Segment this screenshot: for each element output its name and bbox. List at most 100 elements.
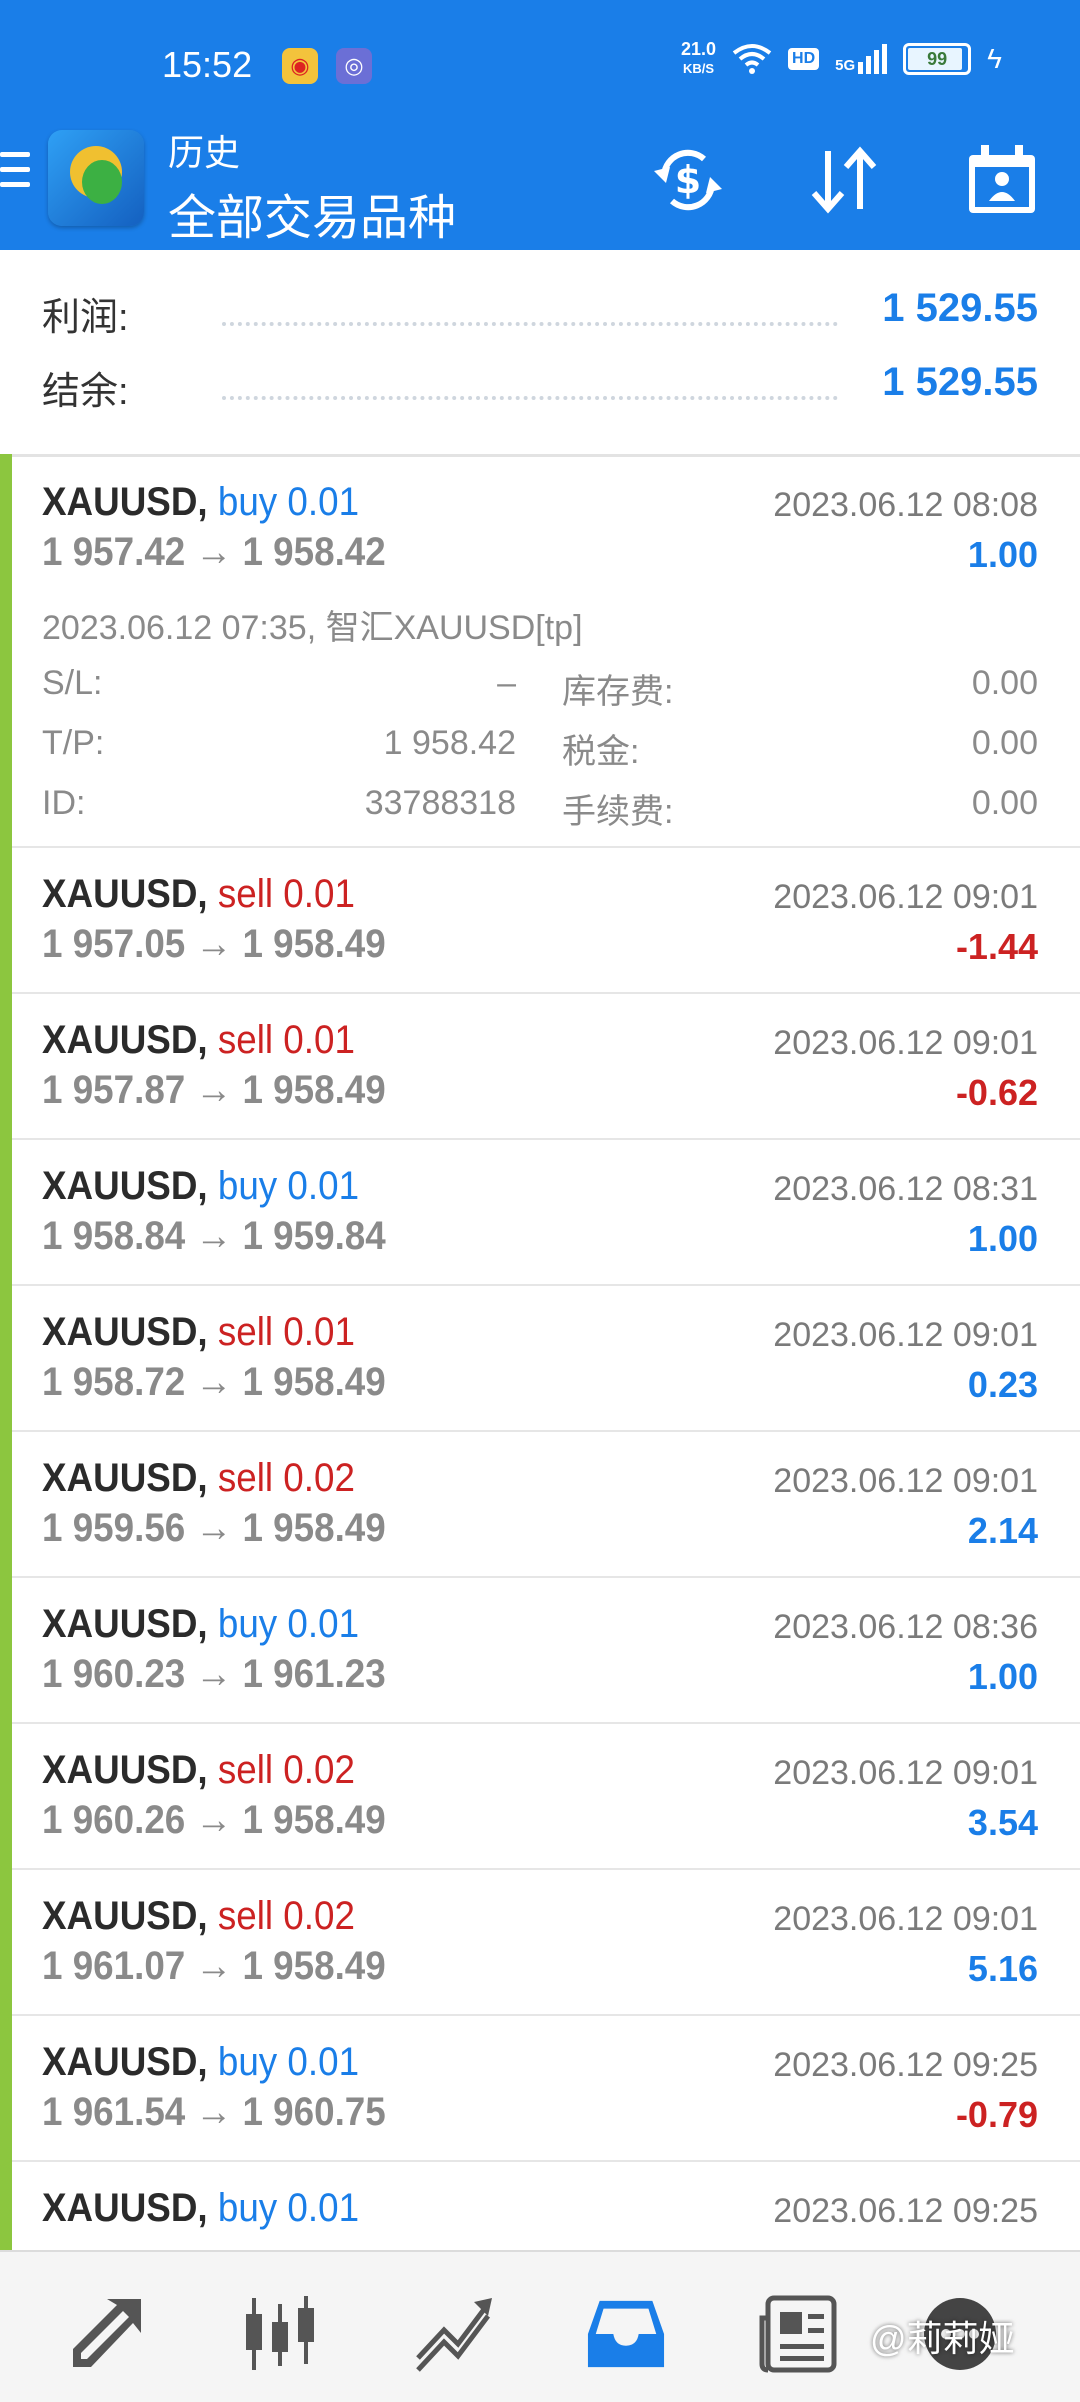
- status-bar: 15:52 ◉ ◎ 21.0 KB/S HD 5G 99 ϟ: [0, 0, 1080, 120]
- trade-close-time: 2023.06.12 09:01: [773, 1900, 1038, 1938]
- tp-value: 1 958.42: [383, 724, 516, 762]
- trade-indicator: [0, 846, 12, 992]
- profit-value: 1 529.55: [882, 286, 1038, 330]
- trade-row[interactable]: XAUUSD, buy 0.01 2023.06.12 09:25: [0, 2160, 1080, 2250]
- deposit-button[interactable]: $: [648, 140, 728, 220]
- battery-icon: 99: [903, 43, 972, 75]
- sl-label: S/L:: [42, 664, 103, 702]
- trade-indicator: [0, 454, 12, 846]
- nav-quotes[interactable]: [66, 2294, 146, 2374]
- trade-close-time: 2023.06.12 08:31: [773, 1170, 1038, 1208]
- sort-button[interactable]: [804, 140, 884, 220]
- trade-symbol: XAUUSD, buy 0.01: [42, 1602, 360, 1646]
- trade-profit: 5.16: [967, 1948, 1038, 1989]
- id-value: 33788318: [364, 784, 516, 822]
- trade-close-time: 2023.06.12 09:01: [773, 878, 1038, 916]
- net-speed: 21.0 KB/S: [681, 39, 717, 77]
- tp-label: T/P:: [42, 724, 105, 762]
- trade-direction: buy 0.01: [217, 480, 360, 524]
- trade-indicator: [0, 1430, 12, 1576]
- nav-news[interactable]: [758, 2294, 838, 2374]
- trade-indicator: [0, 2014, 12, 2160]
- trade-indicator: [0, 1138, 12, 1284]
- id-label: ID:: [42, 784, 86, 822]
- menu-icon[interactable]: [0, 152, 30, 202]
- trade-profit: 3.54: [967, 1802, 1038, 1843]
- trade-row[interactable]: XAUUSD, sell 0.01 2023.06.12 09:01 1 958…: [0, 1284, 1080, 1432]
- wifi-icon: [732, 44, 772, 74]
- watermark: @莉莉娅: [870, 2318, 1015, 2359]
- trade-row[interactable]: XAUUSD, buy 0.01 2023.06.12 08:36 1 960.…: [0, 1576, 1080, 1724]
- trade-indicator: [0, 1722, 12, 1868]
- trade-row[interactable]: XAUUSD, buy 0.01 2023.06.12 08:31 1 958.…: [0, 1138, 1080, 1286]
- trade-icon: [416, 2298, 492, 2372]
- trade-indicator: [0, 992, 12, 1138]
- trade-close-time: 2023.06.12 08:36: [773, 1608, 1038, 1646]
- calendar-icon: [969, 145, 1035, 213]
- nav-trade[interactable]: [414, 2294, 494, 2374]
- trade-indicator: [0, 2160, 12, 2250]
- status-time: 15:52: [162, 44, 253, 85]
- app-logo: [48, 130, 144, 226]
- trade-row[interactable]: XAUUSD, sell 0.02 2023.06.12 09:01 1 961…: [0, 1868, 1080, 2016]
- trade-profit: 1.00: [967, 1218, 1038, 1259]
- trade-profit: -1.44: [955, 926, 1038, 967]
- trade-profit: 1.00: [967, 534, 1038, 575]
- nav-chart[interactable]: [240, 2294, 320, 2374]
- account-summary: 利润: 1 529.55 结余: 1 529.55: [0, 250, 1080, 457]
- sort-icon: [811, 146, 877, 214]
- date-range-button[interactable]: [962, 140, 1042, 220]
- balance-value: 1 529.55: [882, 360, 1038, 404]
- trade-symbol: XAUUSD, sell 0.02: [42, 1748, 355, 1792]
- trade-profit: 0.23: [967, 1364, 1038, 1405]
- trade-row[interactable]: XAUUSD, sell 0.02 2023.06.12 09:01 1 960…: [0, 1722, 1080, 1870]
- trade-symbol: XAUUSD, sell 0.02: [42, 1894, 355, 1938]
- trade-comment: 2023.06.12 07:35, 智汇XAUUSD[tp]: [42, 609, 583, 647]
- sl-value: –: [497, 664, 516, 702]
- charging-icon: ϟ: [987, 43, 1002, 74]
- trade-symbol: XAUUSD, buy 0.01: [42, 480, 360, 524]
- trade-direction: sell 0.02: [217, 1456, 355, 1500]
- trade-close-time: 2023.06.12 09:25: [773, 2046, 1038, 2084]
- tax-label: 税金:: [562, 733, 640, 771]
- trade-row[interactable]: XAUUSD, buy 0.01 2023.06.12 09:25 1 961.…: [0, 2014, 1080, 2162]
- trade-indicator: [0, 1576, 12, 1722]
- trade-prices: 1 959.56 → 1 958.49: [42, 1506, 386, 1550]
- quotes-icon: [73, 2299, 141, 2367]
- detail-row-id: ID: 33788318 手续费: 0.00: [42, 784, 1038, 831]
- app-notification-icon: ◎: [336, 48, 372, 84]
- trade-symbol: XAUUSD, buy 0.01: [42, 1164, 360, 1208]
- balance-row: 结余: 1 529.55: [42, 360, 1038, 420]
- trade-indicator: [0, 1284, 12, 1430]
- detail-row-sl: S/L: – 库存费: 0.00: [42, 664, 1038, 711]
- nav-history[interactable]: [586, 2294, 666, 2374]
- trade-direction: sell 0.01: [217, 1310, 355, 1354]
- fee-label: 手续费:: [562, 793, 674, 831]
- status-right: 21.0 KB/S HD 5G 99 ϟ: [681, 40, 1002, 78]
- fee-value: 0.00: [971, 784, 1038, 822]
- signal-icon: 5G: [835, 44, 888, 74]
- trade-row[interactable]: XAUUSD, sell 0.01 2023.06.12 09:01 1 957…: [0, 846, 1080, 994]
- trade-direction: buy 0.01: [217, 2186, 360, 2230]
- app-header: 15:52 ◉ ◎ 21.0 KB/S HD 5G 99 ϟ 历史 全部交易品种…: [0, 0, 1080, 250]
- trade-prices: 1 958.72 → 1 958.49: [42, 1360, 386, 1404]
- trade-direction: buy 0.01: [217, 2040, 360, 2084]
- chart-icon: [246, 2296, 314, 2370]
- trade-symbol: XAUUSD, sell 0.01: [42, 872, 355, 916]
- dotted-leader: [222, 396, 838, 400]
- trade-direction: sell 0.02: [217, 1894, 355, 1938]
- symbol-filter[interactable]: 全部交易品种: [168, 178, 456, 248]
- swap-label: 库存费:: [562, 673, 674, 711]
- trade-history-list[interactable]: XAUUSD, buy 0.01 2023.06.12 08:08 1 957.…: [0, 454, 1080, 2250]
- trade-prices: 1 961.07 → 1 958.49: [42, 1944, 386, 1988]
- profit-row: 利润: 1 529.55: [42, 286, 1038, 346]
- trade-close-time: 2023.06.12 09:01: [773, 1316, 1038, 1354]
- svg-text:$: $: [675, 158, 701, 202]
- trade-row[interactable]: XAUUSD, sell 0.02 2023.06.12 09:01 1 959…: [0, 1430, 1080, 1578]
- hd-badge: HD: [788, 48, 820, 70]
- trade-row[interactable]: XAUUSD, buy 0.01 2023.06.12 08:08 1 957.…: [0, 454, 1080, 848]
- trade-symbol: XAUUSD, sell 0.02: [42, 1456, 355, 1500]
- trade-direction: sell 0.01: [217, 872, 355, 916]
- trade-row[interactable]: XAUUSD, sell 0.01 2023.06.12 09:01 1 957…: [0, 992, 1080, 1140]
- swap-value: 0.00: [971, 664, 1038, 702]
